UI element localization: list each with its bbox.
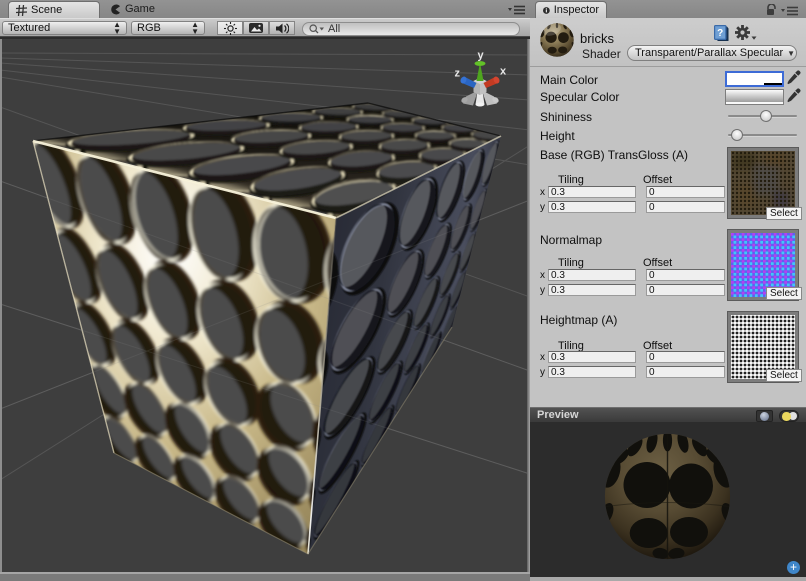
svg-text:y: y [477,50,484,62]
svg-text:?: ? [717,28,723,39]
svg-text:z: z [455,68,461,80]
svg-text:x: x [500,66,507,78]
